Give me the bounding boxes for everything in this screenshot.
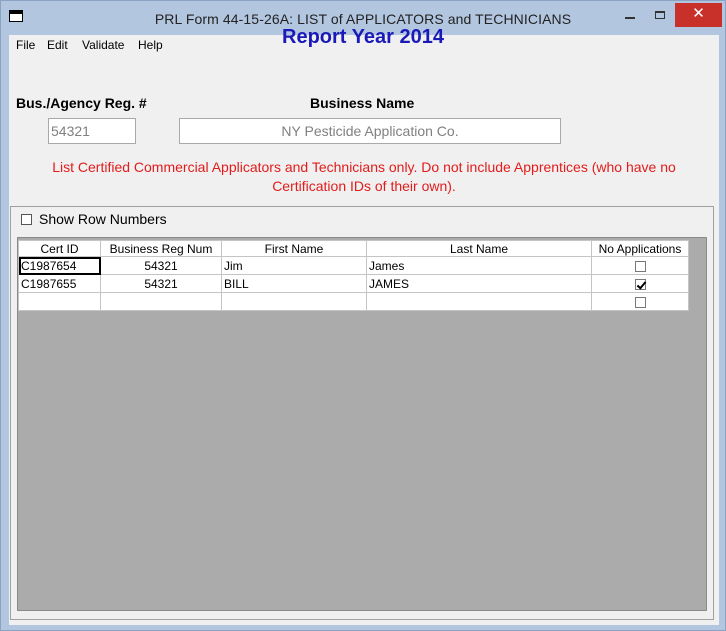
cell-business-reg-num[interactable]: [100, 292, 222, 311]
bus-reg-field[interactable]: 54321: [48, 118, 136, 144]
show-row-numbers-checkbox[interactable]: [21, 214, 32, 225]
cell-no-applications[interactable]: [591, 292, 689, 311]
minimize-button[interactable]: [615, 3, 645, 27]
cell-last-name[interactable]: [366, 292, 592, 311]
cell-no-applications[interactable]: [591, 256, 689, 275]
cell-business-reg-num[interactable]: 54321: [100, 256, 222, 275]
cell-last-name[interactable]: JAMES: [366, 274, 592, 293]
business-name-field[interactable]: NY Pesticide Application Co.: [179, 118, 561, 144]
maximize-button[interactable]: [645, 3, 675, 27]
bus-reg-label: Bus./Agency Reg. #: [16, 95, 147, 111]
cell-cert-id[interactable]: C1987655: [18, 274, 101, 293]
no-applications-checkbox[interactable]: [634, 296, 646, 308]
cell-first-name[interactable]: BILL: [221, 274, 367, 293]
col-header-last-name[interactable]: Last Name: [366, 240, 592, 257]
cell-cert-id[interactable]: C1987654: [18, 256, 101, 275]
close-icon: ✕: [692, 5, 705, 22]
close-button[interactable]: ✕: [675, 3, 722, 27]
col-header-business-reg-num[interactable]: Business Reg Num: [100, 240, 222, 257]
minimize-icon: [625, 16, 635, 19]
no-applications-checkbox[interactable]: [634, 260, 646, 272]
form-body: Bus./Agency Reg. # Business Name 54321 N…: [8, 34, 718, 624]
cell-first-name[interactable]: Jim: [221, 256, 367, 275]
cell-no-applications[interactable]: [591, 274, 689, 293]
business-name-label: Business Name: [310, 95, 415, 111]
applicators-table: Cert ID Business Reg Num First Name Last…: [18, 240, 689, 311]
no-applications-checkbox[interactable]: [634, 278, 646, 290]
cell-business-reg-num[interactable]: 54321: [100, 274, 222, 293]
cell-first-name[interactable]: [221, 292, 367, 311]
instruction-notice: List Certified Commercial Applicators an…: [52, 159, 676, 194]
table-row: C1987654 54321 Jim James: [18, 256, 689, 275]
applicators-panel: Show Row Numbers Cert ID Business Reg Nu…: [10, 206, 714, 620]
show-row-numbers-label[interactable]: Show Row Numbers: [39, 211, 167, 227]
table-row: [18, 292, 689, 311]
cell-last-name[interactable]: James: [366, 256, 592, 275]
col-header-first-name[interactable]: First Name: [221, 240, 367, 257]
cell-cert-id[interactable]: [18, 292, 101, 311]
col-header-cert-id[interactable]: Cert ID: [18, 240, 101, 257]
table-row: C1987655 54321 BILL JAMES: [18, 274, 689, 293]
grid-header-row: Cert ID Business Reg Num First Name Last…: [18, 240, 689, 257]
col-header-no-applications[interactable]: No Applications: [591, 240, 689, 257]
applicators-grid[interactable]: Cert ID Business Reg Num First Name Last…: [17, 237, 707, 611]
maximize-icon: [655, 10, 665, 19]
